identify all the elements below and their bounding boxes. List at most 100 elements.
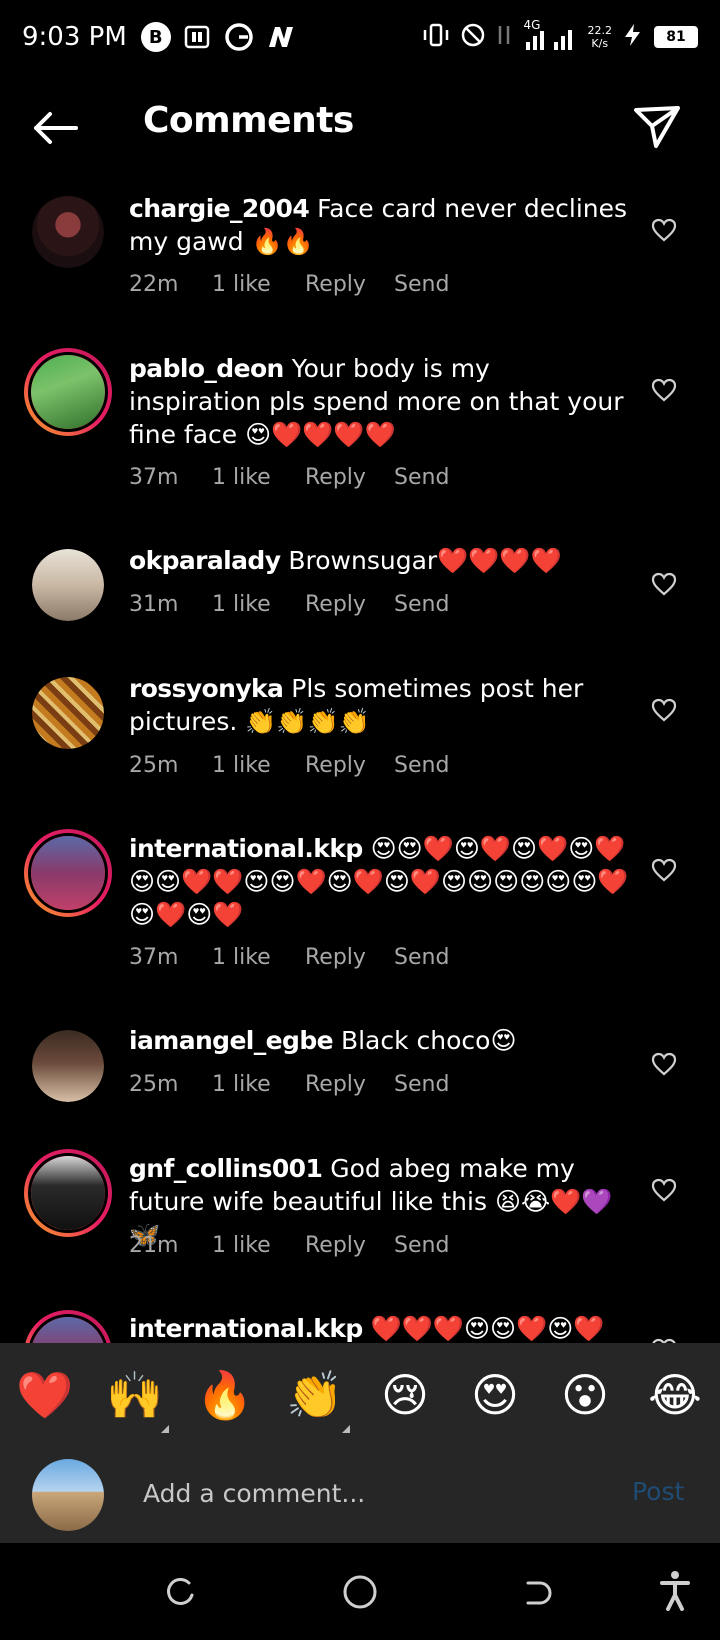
like-heart-icon[interactable] [651,218,677,242]
emoji-fire-button[interactable]: 🔥 [195,1367,255,1423]
comment-likes[interactable]: 1 like [212,465,305,490]
comment-text: iamangel_egbe Black choco😍 [129,1024,629,1057]
avatar-with-story-ring[interactable] [24,348,112,436]
comment-text: okparalady Brownsugar❤️❤️❤️❤️ [129,544,629,577]
comment-item: international.kkp ❤️❤️❤️😍😍❤️😍❤️ [0,1300,720,1343]
comment-text: international.kkp ❤️❤️❤️😍😍❤️😍❤️ [129,1312,629,1343]
pdf-app-icon [181,21,213,53]
comment-username[interactable]: iamangel_egbe [129,1026,334,1055]
comment-item: gnf_collins001 God abeg make my future w… [0,1140,720,1280]
comment-time: 25m [129,753,179,778]
emoji-heart-eyes-button[interactable]: 😍 [465,1367,525,1423]
back-gesture-icon[interactable] [522,1577,556,1613]
comment-composer: Post [0,1451,720,1543]
accessibility-icon[interactable] [658,1569,692,1615]
comments-header: Comments [0,80,720,176]
reply-button[interactable]: Reply [305,592,394,617]
comment-text: rossyonyka Pls sometimes post her pictur… [129,672,629,738]
comment-item: iamangel_egbe Black choco😍 25m 1 like Re… [0,1012,720,1122]
comment-time: 25m [129,1072,179,1097]
comment-time: 37m [129,945,179,970]
send-button[interactable]: Send [394,272,449,297]
skin-tone-indicator-icon [342,1425,350,1433]
avatar-with-story-ring[interactable] [24,1149,112,1237]
comment-item: okparalady Brownsugar❤️❤️❤️❤️ 31m 1 like… [0,532,720,642]
reply-button[interactable]: Reply [305,1233,394,1258]
b-app-icon: B [140,22,171,52]
network-speed-value: 22.2 [587,24,613,37]
comment-meta: 37m 1 like Reply Send [129,945,449,970]
charging-icon [622,22,644,52]
comment-time: 21m [129,1233,179,1258]
emoji-laughing-button[interactable]: 😂 [645,1367,705,1423]
comment-username[interactable]: international.kkp [129,1314,363,1343]
avatar[interactable] [32,1030,104,1102]
comment-username[interactable]: pablo_deon [129,354,284,383]
reply-button[interactable]: Reply [305,1072,394,1097]
status-right: 4G 22.2 K/s 81 [422,18,698,52]
like-heart-icon[interactable] [651,1052,677,1076]
avatar[interactable] [32,677,104,749]
data-transfer-icon [496,22,512,52]
like-heart-icon[interactable] [651,698,677,722]
comment-body: ❤️❤️❤️😍😍❤️😍❤️ [370,1314,605,1343]
comment-text: chargie_2004 Face card never declines my… [129,192,629,258]
send-button[interactable]: Send [394,1072,449,1097]
post-button[interactable]: Post [632,1477,684,1506]
emoji-clap-button[interactable]: 👏 [285,1367,345,1423]
comment-item: pablo_deon Your body is my inspiration p… [0,340,720,510]
comment-meta: 21m 1 like Reply Send [129,1233,449,1258]
like-heart-icon[interactable] [651,858,677,882]
comment-username[interactable]: okparalady [129,546,281,575]
share-paper-plane-icon[interactable] [632,102,682,152]
like-heart-icon[interactable] [651,1178,677,1202]
comment-likes[interactable]: 1 like [212,1072,305,1097]
send-button[interactable]: Send [394,945,449,970]
comment-likes[interactable]: 1 like [212,592,305,617]
send-button[interactable]: Send [394,592,449,617]
reply-button[interactable]: Reply [305,945,394,970]
comment-likes[interactable]: 1 like [212,945,305,970]
comment-likes[interactable]: 1 like [212,753,305,778]
reply-button[interactable]: Reply [305,272,394,297]
send-button[interactable]: Send [394,1233,449,1258]
status-bar: 9:03 PM B 4G 22.2 K/s 81 [0,0,720,74]
like-heart-icon[interactable] [651,572,677,596]
back-arrow-icon[interactable] [28,102,84,154]
comment-username[interactable]: gnf_collins001 [129,1154,323,1183]
home-circle-icon[interactable] [341,1573,379,1615]
avatar-with-story-ring[interactable] [24,1310,112,1343]
comment-text: international.kkp 😍😍❤️😍❤️😍❤️😍❤️😍😍❤️❤️😍😍❤… [129,832,629,931]
add-comment-input[interactable] [143,1471,583,1515]
comment-meta: 22m 1 like Reply Send [129,272,449,297]
send-button[interactable]: Send [394,465,449,490]
comment-meta: 37m 1 like Reply Send [129,465,449,490]
emoji-crying-button[interactable]: 😢 [375,1367,435,1423]
avatar[interactable] [32,549,104,621]
comment-meta: 25m 1 like Reply Send [129,1072,449,1097]
status-left: 9:03 PM B [22,21,297,53]
avatar[interactable] [32,196,104,268]
reply-button[interactable]: Reply [305,465,394,490]
reply-button[interactable]: Reply [305,753,394,778]
comment-time: 37m [129,465,179,490]
n-app-icon [265,21,297,53]
recents-icon[interactable] [163,1577,197,1613]
comment-username[interactable]: chargie_2004 [129,194,310,223]
vibrate-icon [422,23,450,51]
comment-username[interactable]: international.kkp [129,834,363,863]
avatar-with-story-ring[interactable] [24,829,112,917]
comment-username[interactable]: rossyonyka [129,674,284,703]
g-app-icon [223,21,255,53]
comment-likes[interactable]: 1 like [212,272,305,297]
network-speed: 22.2 K/s [588,24,613,50]
current-user-avatar[interactable] [32,1459,104,1531]
like-heart-icon[interactable] [651,378,677,402]
network-speed-unit: K/s [591,37,609,50]
comment-likes[interactable]: 1 like [212,1233,305,1258]
emoji-raised-hands-button[interactable]: 🙌 [105,1367,165,1423]
emoji-heart-button[interactable]: ❤️ [15,1367,75,1423]
send-button[interactable]: Send [394,753,449,778]
status-time: 9:03 PM [22,22,127,52]
emoji-surprised-button[interactable]: 😮 [555,1367,615,1423]
